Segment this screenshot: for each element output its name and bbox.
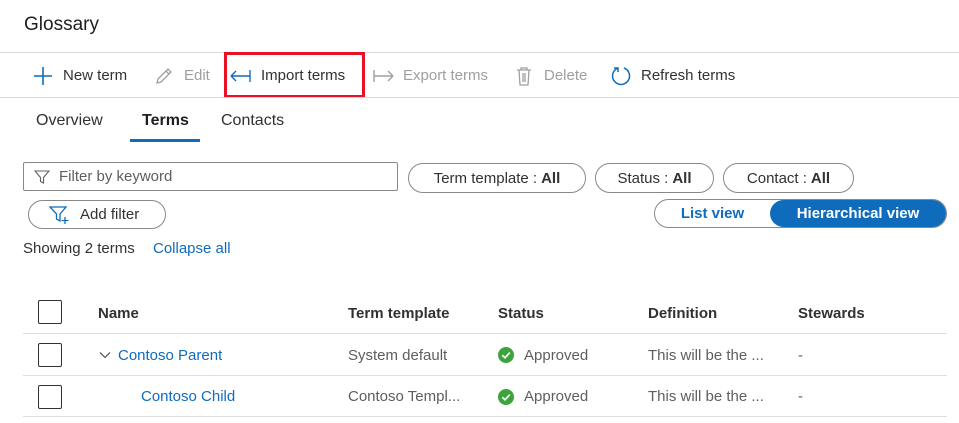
column-header-name[interactable]: Name (98, 294, 139, 333)
column-header-term-template[interactable]: Term template (348, 294, 449, 333)
funnel-icon (34, 169, 50, 185)
tab-overview[interactable]: Overview (36, 100, 103, 142)
term-template-filter-label: Term template : (433, 169, 538, 187)
view-toggle: List view Hierarchical view (654, 199, 947, 228)
import-terms-highlight (224, 52, 365, 98)
status-text: Approved (524, 388, 589, 405)
new-term-button[interactable]: New term (31, 54, 127, 97)
name-cell: Contoso Parent (98, 335, 222, 375)
status-filter-value: All (672, 169, 692, 187)
contact-filter-label: Contact : (746, 169, 807, 187)
term-name-link[interactable]: Contoso Parent (118, 347, 222, 364)
plus-icon (31, 64, 55, 88)
term-template-filter-value: All (541, 169, 561, 187)
term-template-cell: System default (348, 346, 448, 364)
keyword-filter-placeholder: Filter by keyword (59, 168, 173, 185)
command-bar: New term Edit Import terms Export terms … (0, 54, 959, 97)
definition-cell: This will be the ... (648, 388, 764, 405)
export-terms-button[interactable]: Export terms (371, 54, 488, 97)
export-terms-label: Export terms (403, 67, 489, 84)
keyword-filter-input[interactable]: Filter by keyword (23, 162, 398, 191)
row-checkbox[interactable] (38, 343, 62, 367)
status-filter-label: Status : (617, 169, 669, 187)
export-arrow-icon (371, 64, 395, 88)
hierarchical-view-option[interactable]: Hierarchical view (770, 200, 946, 227)
status-cell: Approved (498, 335, 588, 375)
check-circle-icon (498, 388, 514, 405)
tab-terms[interactable]: Terms (142, 100, 189, 142)
page-title: Glossary (24, 14, 99, 35)
status-text: Approved (524, 346, 589, 364)
divider-toolbar (0, 97, 959, 98)
name-cell: Contoso Child (141, 377, 235, 416)
pencil-icon (152, 64, 176, 88)
showing-count: Showing 2 terms (23, 240, 135, 257)
status-filter[interactable]: Status : All (595, 163, 714, 193)
new-term-label: New term (63, 67, 128, 84)
collapse-all-link[interactable]: Collapse all (153, 240, 231, 257)
list-view-option[interactable]: List view (655, 200, 770, 227)
divider-top (0, 52, 959, 53)
edit-button[interactable]: Edit (152, 54, 210, 97)
stewards-cell: - (798, 346, 803, 364)
contact-filter-value: All (810, 169, 831, 187)
column-header-definition[interactable]: Definition (648, 294, 717, 333)
add-filter-label: Add filter (80, 206, 140, 223)
edit-label: Edit (184, 67, 210, 84)
column-header-status[interactable]: Status (498, 294, 544, 333)
select-all-checkbox[interactable] (38, 300, 62, 324)
add-filter-button[interactable]: Add filter (28, 200, 166, 229)
term-name-link[interactable]: Contoso Child (141, 388, 235, 405)
row-checkbox[interactable] (38, 385, 62, 409)
delete-button[interactable]: Delete (512, 54, 587, 97)
active-tab-indicator (130, 139, 200, 142)
contact-filter[interactable]: Contact : All (723, 163, 854, 193)
chevron-down-icon[interactable] (98, 348, 112, 362)
table-header-row: Name Term template Status Definition Ste… (23, 294, 947, 334)
stewards-cell: - (798, 388, 803, 405)
delete-label: Delete (544, 67, 588, 84)
table-row[interactable]: Contoso Child Contoso Templ... Approved … (23, 377, 947, 417)
refresh-terms-button[interactable]: Refresh terms (609, 54, 735, 97)
column-header-stewards[interactable]: Stewards (798, 294, 865, 333)
status-cell: Approved (498, 377, 588, 416)
term-template-cell: Contoso Templ... (348, 388, 461, 405)
check-circle-icon (498, 347, 514, 363)
definition-cell: This will be the ... (648, 346, 764, 364)
refresh-icon (609, 64, 633, 88)
table-row[interactable]: Contoso Parent System default Approved T… (23, 335, 947, 376)
refresh-terms-label: Refresh terms (641, 67, 736, 84)
trash-icon (512, 64, 536, 88)
funnel-plus-icon (49, 205, 71, 225)
tab-contacts[interactable]: Contacts (221, 100, 284, 142)
term-template-filter[interactable]: Term template : All (408, 163, 586, 193)
